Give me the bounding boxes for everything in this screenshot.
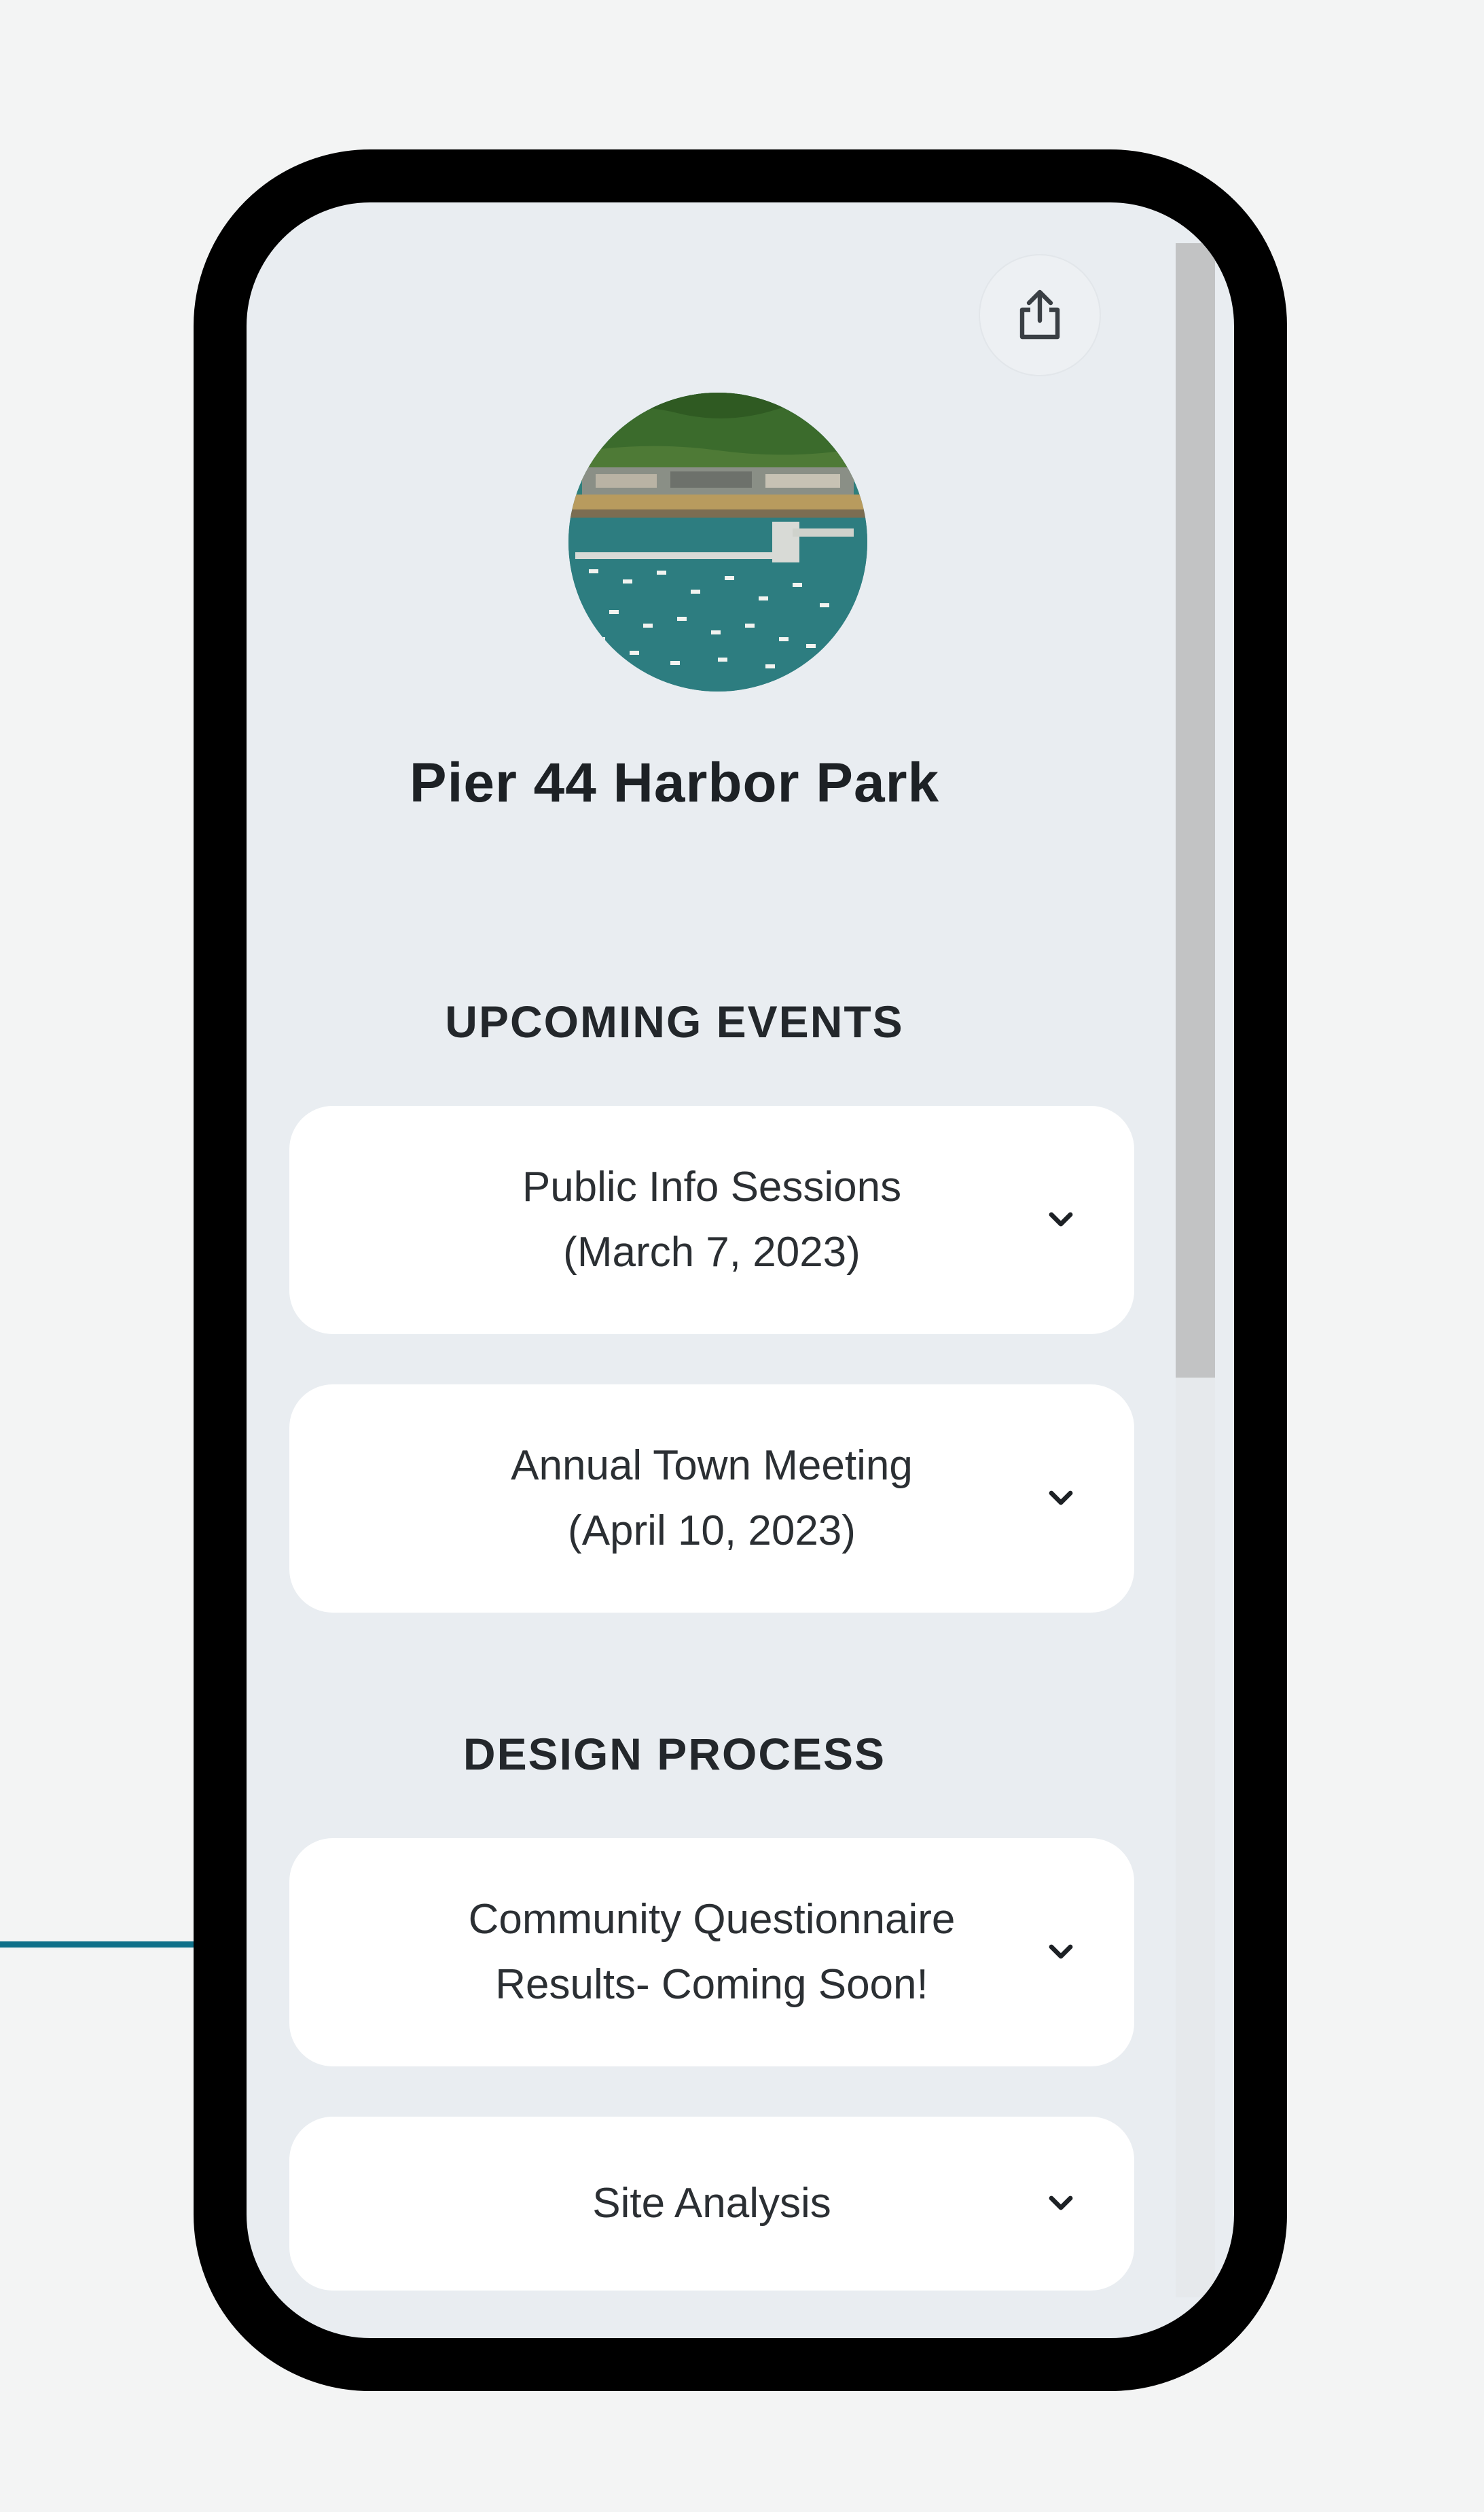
avatar	[568, 393, 867, 692]
accordion-item-title: Public Info Sessions	[522, 1164, 902, 1210]
chevron-down-icon[interactable]	[1040, 1200, 1081, 1240]
accordion-item-subtitle: Results- Coming Soon!	[495, 1961, 928, 2008]
share-icon	[1019, 289, 1060, 340]
accordion-item-community-questionnaire[interactable]: Community Questionnaire Results- Coming …	[289, 1838, 1134, 2066]
share-button[interactable]	[980, 255, 1100, 375]
section-heading-upcoming-events: UPCOMING EVENTS	[445, 997, 904, 1047]
chevron-down-icon[interactable]	[1040, 1932, 1081, 1973]
accordion-item-public-info-sessions[interactable]: Public Info Sessions (March 7, 2023)	[289, 1106, 1134, 1334]
page-title: Pier 44 Harbor Park	[409, 752, 940, 814]
section-heading-design-process: DESIGN PROCESS	[463, 1729, 886, 1779]
harbor-photo	[568, 393, 867, 692]
accordion-item-site-analysis[interactable]: Site Analysis	[289, 2117, 1134, 2291]
phone-frame: Pier 44 Harbor Park UPCOMING EVENTS Publ…	[194, 149, 1287, 2391]
chevron-down-icon[interactable]	[1040, 2183, 1081, 2224]
accordion-item-title: Community Questionnaire	[468, 1896, 956, 1943]
accordion-item-date: (March 7, 2023)	[563, 1229, 861, 1276]
accordion-item-title: Annual Town Meeting	[511, 1442, 913, 1489]
scrollbar-thumb[interactable]	[1176, 243, 1215, 1378]
accordion-item-title: Site Analysis	[592, 2180, 831, 2227]
accordion-item-date: (April 10, 2023)	[568, 1507, 856, 1554]
phone-screen: Pier 44 Harbor Park UPCOMING EVENTS Publ…	[247, 202, 1234, 2338]
accordion-item-annual-town-meeting[interactable]: Annual Town Meeting (April 10, 2023)	[289, 1384, 1134, 1613]
chevron-down-icon[interactable]	[1040, 1478, 1081, 1519]
scrollbar-track[interactable]	[1176, 243, 1215, 2297]
